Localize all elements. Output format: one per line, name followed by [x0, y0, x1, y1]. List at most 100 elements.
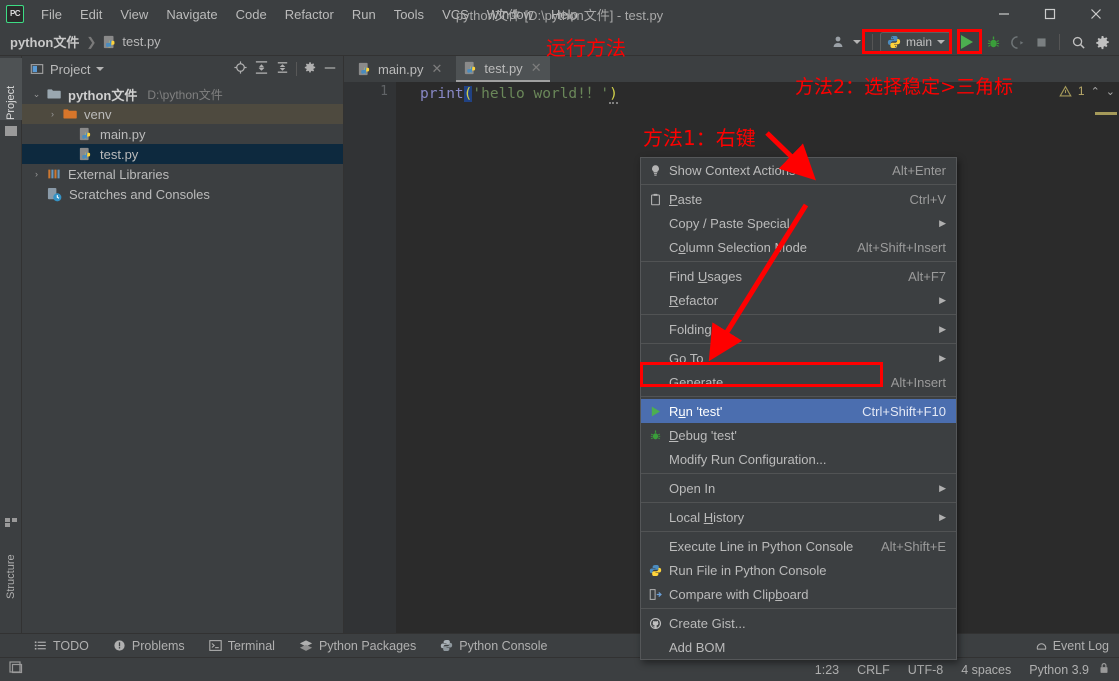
context-menu-item-refactor[interactable]: Refactor ▶ — [641, 288, 956, 312]
tree-twisty-icon[interactable]: ⌄ — [30, 89, 43, 100]
menu-edit[interactable]: Edit — [71, 4, 111, 25]
context-menu-item-find-usages[interactable]: Find Usages Alt+F7 — [641, 264, 956, 288]
sidebar-tab-project[interactable]: Project — [0, 58, 22, 120]
account-icon[interactable] — [829, 31, 851, 53]
breadcrumb-file[interactable]: test.py — [103, 34, 161, 49]
context-menu-item-open-in[interactable]: Open In ▶ — [641, 476, 956, 500]
context-menu-item-show-context-actions[interactable]: Show Context Actions Alt+Enter — [641, 158, 956, 182]
context-menu-item-debug--test[interactable]: Debug 'test' — [641, 423, 956, 447]
context-menu-item-local-history[interactable]: Local History ▶ — [641, 505, 956, 529]
context-menu-item-folding[interactable]: Folding ▶ — [641, 317, 956, 341]
context-menu-item-label: Refactor — [669, 292, 719, 308]
context-menu-item-paste[interactable]: Paste Ctrl+V — [641, 187, 956, 211]
project-panel-chevron-down-icon[interactable] — [96, 67, 105, 71]
menu-window[interactable]: Window — [478, 4, 542, 25]
menu-code[interactable]: Code — [227, 4, 276, 25]
line-separator[interactable]: CRLF — [857, 663, 890, 677]
caret-position[interactable]: 1:23 — [815, 663, 839, 677]
warning-stripe[interactable] — [1095, 112, 1117, 115]
submenu-arrow-icon: ▶ — [939, 511, 946, 522]
menu-refactor[interactable]: Refactor — [276, 4, 343, 25]
minimize-button[interactable] — [981, 0, 1027, 28]
menu-navigate[interactable]: Navigate — [157, 4, 226, 25]
annotation-method-1: 方法1：右键 — [643, 126, 756, 150]
window-controls — [981, 0, 1119, 28]
run-with-coverage-icon[interactable] — [1006, 31, 1028, 53]
context-menu-item-label: Modify Run Configuration... — [669, 451, 827, 467]
tool-window-terminal[interactable]: Terminal — [197, 634, 287, 658]
event-log-button[interactable]: Event Log — [1035, 639, 1109, 653]
tree-twisty-icon[interactable]: › — [30, 169, 43, 179]
stop-icon[interactable] — [1030, 31, 1052, 53]
context-menu-item-label: Create Gist... — [669, 615, 746, 631]
menu-file[interactable]: File — [32, 4, 71, 25]
context-menu-item-column-selection-mode[interactable]: Column Selection Mode Alt+Shift+Insert — [641, 235, 956, 259]
sidebar-tab-structure[interactable]: Structure — [0, 527, 22, 599]
settings-icon[interactable] — [1091, 31, 1113, 53]
pycharm-window: PC File Edit View Navigate Code Refactor Run To… — [0, 0, 1119, 681]
python-file-icon — [358, 62, 370, 76]
context-menu-item-add-bom[interactable]: Add BOM — [641, 635, 956, 659]
maximize-button[interactable] — [1027, 0, 1073, 28]
context-menu-item-generate[interactable]: Generate... Alt+Insert — [641, 370, 956, 394]
context-menu-item-copy---paste-special[interactable]: Copy / Paste Special ▶ — [641, 211, 956, 235]
project-settings-icon[interactable] — [303, 61, 317, 78]
inspection-prev-icon[interactable]: ⌃ — [1091, 85, 1100, 98]
python-interpreter[interactable]: Python 3.9 — [1029, 663, 1089, 677]
debug-icon[interactable] — [982, 31, 1004, 53]
tree-node-externallibraries[interactable]: › External Libraries — [22, 164, 343, 184]
context-menu-item-create-gist[interactable]: Create Gist... — [641, 611, 956, 635]
menu-vcs[interactable]: VCS — [433, 4, 478, 25]
editor-tab-main-py[interactable]: main.py ✕ — [350, 56, 450, 82]
run-configuration-selector[interactable]: main — [879, 31, 952, 53]
account-chevron-down-icon[interactable] — [852, 40, 861, 44]
tool-window-python-packages[interactable]: Python Packages — [287, 634, 428, 658]
menu-help[interactable]: Help — [542, 4, 587, 25]
tree-node-testpy[interactable]: test.py — [22, 144, 343, 164]
editor-tab-close-icon[interactable]: ✕ — [531, 60, 542, 76]
search-icon[interactable] — [1067, 31, 1089, 53]
run-config-chevron-down-icon — [937, 40, 945, 44]
menu-tools[interactable]: Tools — [385, 4, 433, 25]
context-menu-item-modify-run-configuration[interactable]: Modify Run Configuration... — [641, 447, 956, 471]
tool-window-todo[interactable]: TODO — [22, 634, 101, 658]
inspection-next-icon[interactable]: ⌄ — [1106, 85, 1115, 98]
file-encoding[interactable]: UTF-8 — [908, 663, 943, 677]
context-menu-item-go-to[interactable]: Go To ▶ — [641, 346, 956, 370]
toggle-tool-windows-icon[interactable] — [8, 659, 24, 680]
close-button[interactable] — [1073, 0, 1119, 28]
run-icon[interactable] — [954, 31, 980, 53]
tree-node-python[interactable]: ⌄ python文件 D:\python文件 — [22, 84, 343, 104]
collapse-all-icon[interactable] — [275, 60, 290, 78]
tool-window-python-console[interactable]: Python Console — [428, 634, 559, 658]
menu-run[interactable]: Run — [343, 4, 385, 25]
tool-window-problems[interactable]: Problems — [101, 634, 197, 658]
submenu-arrow-icon: ▶ — [939, 217, 946, 228]
scroll-from-source-icon[interactable] — [233, 60, 248, 78]
context-menu-item-compare-with-clipboard[interactable]: Compare with Clipboard — [641, 582, 956, 606]
editor-context-menu: Show Context Actions Alt+Enter Paste Ctrl+V… — [640, 157, 957, 660]
tree-node-mainpy[interactable]: main.py — [22, 124, 343, 144]
context-menu-separator — [641, 261, 956, 262]
editor-tab-close-icon[interactable]: ✕ — [432, 61, 443, 77]
context-menu-item-run-file-in-python-console[interactable]: Run File in Python Console — [641, 558, 956, 582]
packages-icon — [299, 639, 313, 653]
inspection-widget[interactable]: 1 ⌃ ⌄ — [1059, 84, 1115, 98]
tree-node-scratchesandconsoles[interactable]: Scratches and Consoles — [22, 184, 343, 204]
expand-all-icon[interactable] — [254, 60, 269, 78]
lock-icon[interactable] — [1097, 661, 1111, 678]
context-menu-item-execute-line-in-python-console[interactable]: Execute Line in Python Console Alt+Shift+… — [641, 534, 956, 558]
context-menu-item-run--test[interactable]: Run 'test' Ctrl+Shift+F10 — [641, 399, 956, 423]
context-menu-separator — [641, 502, 956, 503]
indent-setting[interactable]: 4 spaces — [961, 663, 1011, 677]
breadcrumb-project[interactable]: python文件 — [10, 32, 79, 51]
libraries-icon — [48, 169, 60, 179]
breadcrumb-file-label: test.py — [122, 34, 161, 49]
tree-node-venv[interactable]: › venv — [22, 104, 343, 124]
context-menu-item-shortcut: Ctrl+V — [909, 191, 946, 207]
editor-tab-test-py[interactable]: test.py ✕ — [456, 56, 550, 82]
hide-panel-icon[interactable] — [323, 61, 337, 78]
menu-view[interactable]: View — [111, 4, 157, 25]
structure-icon — [5, 514, 17, 527]
tree-twisty-icon[interactable]: › — [46, 109, 59, 119]
